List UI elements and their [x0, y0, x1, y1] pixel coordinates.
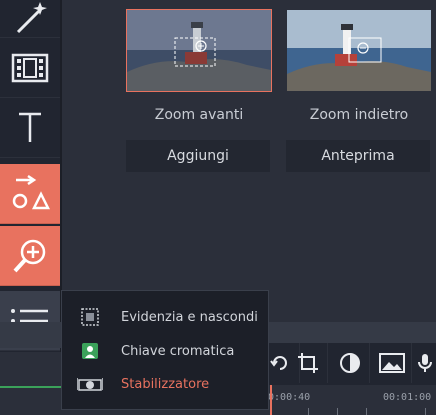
lighthouse-image: [127, 10, 271, 91]
image-icon: [378, 353, 405, 373]
crop-button[interactable]: [288, 343, 328, 383]
magic-wand-icon: [16, 1, 47, 33]
mic-button[interactable]: [414, 343, 436, 383]
chroma-key-icon: [80, 341, 100, 361]
ruler-tick: [337, 408, 338, 415]
effect-thumbnail-zoom-in[interactable]: [126, 9, 272, 92]
mic-icon: [418, 354, 432, 372]
menu-item-label: Stabilizzatore: [121, 376, 210, 392]
menu-item-label: Chiave cromatica: [121, 343, 235, 359]
playhead[interactable]: [270, 385, 272, 415]
titles-tool[interactable]: [0, 98, 60, 158]
menu-item-stabilizer[interactable]: Stabilizzatore: [62, 367, 268, 401]
text-T-icon: [19, 112, 41, 142]
magic-wand-tool[interactable]: [0, 0, 60, 38]
color-icon: [339, 353, 360, 373]
more-tools-menu: Evidenzia e nascondi Chiave cromatica St…: [61, 290, 269, 410]
ruler-tick: [308, 408, 309, 415]
menu-item-chroma-key[interactable]: Chiave cromatica: [62, 334, 268, 368]
transitions-shapes-tool[interactable]: [0, 164, 60, 224]
filmstrip-icon: [11, 53, 49, 82]
shapes-arrow-icon: [12, 174, 51, 209]
effect-name: Zoom avanti: [154, 107, 244, 123]
menu-item-highlight-hide[interactable]: Evidenzia e nascondi: [62, 300, 268, 334]
image-button[interactable]: [372, 343, 412, 383]
zoom-plus-icon: [13, 239, 46, 272]
ruler-tick: [425, 408, 426, 415]
camera-stabilizer-icon: [77, 374, 103, 394]
ruler-tick: [366, 408, 367, 415]
menu-item-label: Evidenzia e nascondi: [121, 309, 258, 325]
highlight-hide-icon: [80, 307, 100, 327]
lighthouse-image: [287, 10, 431, 91]
preview-button[interactable]: Anteprima: [286, 140, 430, 172]
ruler-time-label: 00:01:00: [383, 392, 432, 403]
effect-thumbnail-zoom-out[interactable]: [286, 9, 432, 92]
zoom-tool[interactable]: [0, 226, 60, 286]
filmstrip-tool[interactable]: [0, 38, 60, 98]
crop-icon: [297, 353, 318, 373]
add-button[interactable]: Aggiungi: [126, 140, 270, 172]
color-adjust-button[interactable]: [330, 343, 370, 383]
left-toolbar: [0, 0, 60, 352]
effect-name: Zoom indietro: [309, 107, 409, 123]
timeline-toolbar: [260, 343, 436, 385]
